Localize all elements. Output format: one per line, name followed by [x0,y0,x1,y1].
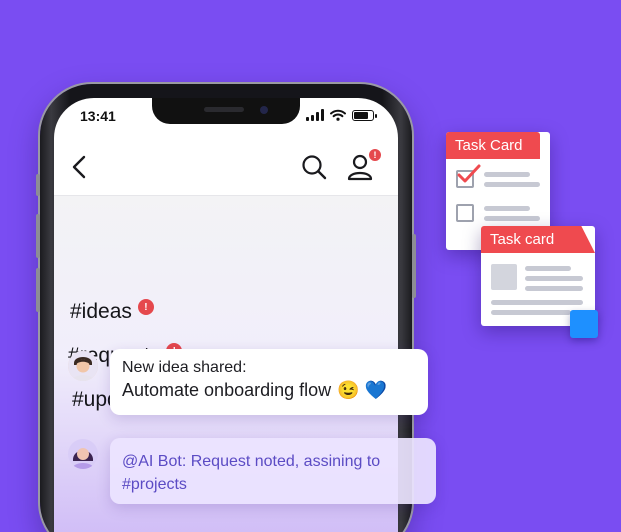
channel-nav-bar: ! [54,138,398,196]
task-line [484,206,530,211]
user-avatar [68,351,98,381]
person-avatar-icon [68,351,98,381]
search-icon [302,155,327,180]
channel-name: #ideas [70,300,132,323]
emoji-icons: 😉 💙 [337,380,387,400]
bot-message-text: @AI Bot: Request noted, assining to #pro… [122,453,381,493]
task-line [525,286,583,291]
front-camera [260,106,268,114]
task-line [484,182,540,187]
status-icons [306,109,377,121]
task-line [525,266,571,271]
task-card-title: Task Card [446,132,540,159]
battery-icon [352,109,377,121]
person-avatar-icon [68,439,98,469]
task-card-title: Task card [481,226,595,253]
speaker-grille [204,107,244,112]
task-line [491,310,571,315]
bot-avatar [68,439,98,469]
image-placeholder-icon [491,264,517,290]
wifi-icon [330,109,346,121]
status-time: 13:41 [80,108,116,124]
power-button [412,234,416,298]
volume-down-button [36,268,40,312]
checkmark-icon [457,164,481,183]
notch [152,98,300,124]
task-line [484,216,540,221]
blue-square-icon [570,310,598,338]
message-bubble-idea[interactable]: New idea shared: Automate onboarding flo… [110,349,428,415]
signal-icon [306,109,324,121]
empty-checkbox-icon [456,204,474,222]
message-body: Automate onboarding flow 😉 💙 [122,380,416,401]
notification-badge: ! [368,148,382,162]
message-title: New idea shared: [122,359,247,376]
channel-ideas[interactable]: #ideas ! [70,299,154,324]
search-button[interactable] [300,153,328,181]
message-text: Automate onboarding flow [122,380,332,400]
task-line [484,172,530,177]
task-line [525,276,583,281]
unread-badge: ! [137,299,154,315]
message-bubble-bot[interactable]: @AI Bot: Request noted, assining to #pro… [110,438,436,504]
chevron-left-icon [72,155,86,179]
mute-switch [36,174,40,196]
volume-up-button [36,214,40,258]
task-line [491,300,583,305]
back-button[interactable] [66,154,92,180]
